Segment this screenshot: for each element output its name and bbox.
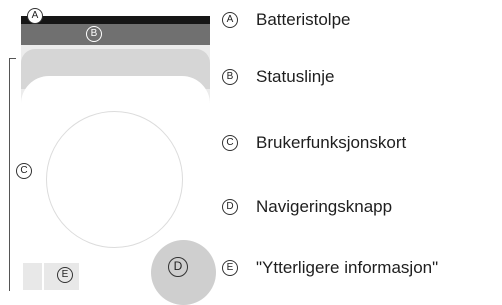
legend-item-navigation-button: D Navigeringsknapp bbox=[222, 197, 392, 217]
marker-e-callout: E bbox=[57, 267, 73, 283]
status-bar bbox=[21, 24, 210, 45]
marker-b-callout: B bbox=[86, 26, 102, 42]
legend-item-user-function-card: C Brukerfunksjonskort bbox=[222, 133, 406, 153]
legend-item-additional-info: E "Ytterligere informasjon" bbox=[222, 258, 438, 278]
legend-marker-e: E bbox=[222, 260, 238, 276]
marker-a-callout: A bbox=[27, 8, 43, 24]
battery-bar bbox=[21, 16, 210, 24]
marker-c-callout: C bbox=[16, 163, 32, 179]
legend-item-status-bar: B Statuslinje bbox=[222, 67, 334, 87]
legend-label-battery-bar: Batteristolpe bbox=[256, 10, 351, 29]
legend-marker-c: C bbox=[222, 135, 238, 151]
legend-label-status-bar: Statuslinje bbox=[256, 67, 335, 86]
card-bracket-line bbox=[9, 58, 16, 291]
card-circle-graphic bbox=[46, 111, 183, 248]
legend-marker-a: A bbox=[222, 12, 238, 28]
additional-info-divider bbox=[42, 263, 44, 290]
legend-marker-b: B bbox=[222, 69, 238, 85]
legend-label-additional-info: "Ytterligere informasjon" bbox=[256, 258, 439, 277]
legend-marker-d: D bbox=[222, 199, 238, 215]
marker-d-callout: D bbox=[168, 257, 188, 277]
legend-label-navigation-button: Navigeringsknapp bbox=[256, 197, 393, 216]
legend-label-user-function-card: Brukerfunksjonskort bbox=[256, 133, 407, 152]
legend-item-battery-bar: A Batteristolpe bbox=[222, 10, 351, 30]
